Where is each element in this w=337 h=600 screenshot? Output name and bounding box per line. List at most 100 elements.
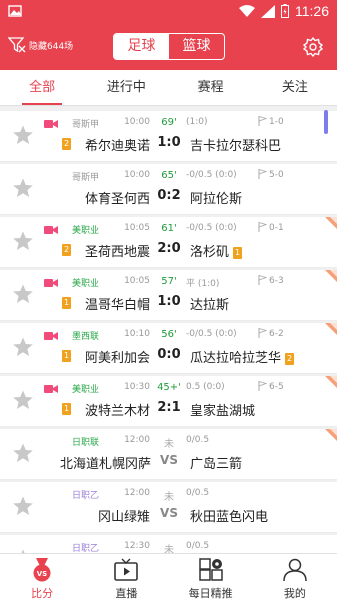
promo-corner-ribbon-icon (325, 217, 337, 229)
match-minute: 未 (164, 492, 174, 503)
hide-filter-label: 隐藏644场 (29, 41, 74, 52)
star-icon[interactable] (12, 336, 34, 358)
tab-schedule[interactable]: 赛程 (169, 70, 253, 105)
away-team: 瓜达拉哈拉芝华 2 (190, 347, 295, 366)
match-row[interactable]: 日职联 12:00 未 0/0.5 北海道札幌冈萨 VS 广岛三箭 (0, 429, 337, 480)
tab-in-progress[interactable]: 进行中 (84, 70, 168, 105)
league-name: 日职联 (72, 438, 100, 448)
nav-profile[interactable]: 我的 (253, 554, 337, 600)
nav-daily-picks[interactable]: 每日精推 (169, 554, 253, 600)
handicap-odds: (1:0) (186, 117, 208, 127)
svg-text:VS: VS (37, 570, 47, 578)
match-score: VS (160, 453, 178, 467)
away-team: 洛杉矶 1 (190, 241, 243, 260)
corner-flag-icon (258, 381, 267, 391)
league-name: 美职业 (72, 226, 100, 236)
scrollbar[interactable] (324, 110, 328, 134)
star-icon[interactable] (12, 389, 34, 411)
video-camera-icon[interactable] (44, 331, 58, 341)
match-time: 12:00 (124, 488, 150, 498)
match-score: 2:1 (157, 400, 181, 415)
video-camera-icon[interactable] (44, 225, 58, 235)
promo-corner-ribbon-icon (325, 429, 337, 441)
match-minute: 56' (161, 329, 177, 340)
wifi-icon (239, 4, 255, 17)
away-team-name: 皇家盐湖城 (190, 404, 256, 419)
nav-score[interactable]: VS 比分 (0, 554, 84, 600)
star-icon[interactable] (12, 283, 34, 305)
match-time: 10:00 (124, 170, 150, 180)
home-team: 温哥华白帽 (84, 298, 150, 313)
tab-followed[interactable]: 关注 (253, 70, 337, 105)
match-row[interactable]: 日职乙 12:30 未 0/0.5 (0, 535, 337, 553)
battery-icon (281, 4, 289, 18)
league-name: 日职乙 (72, 544, 100, 553)
corner-flag-icon (258, 222, 267, 232)
corner-flag-icon (258, 116, 267, 126)
match-minute: 未 (164, 439, 174, 450)
handicap-odds: -0/0.5 (0:0) (186, 223, 237, 233)
away-team-name: 广岛三箭 (190, 457, 243, 472)
match-row[interactable]: 美职业 10:30 45+' 0.5 (0:0) 6-5 1 波特兰木材 2:1 皇家盐湖城 (0, 376, 337, 427)
home-team: 北海道札幌冈萨 (60, 457, 152, 472)
match-time: 10:00 (124, 117, 150, 127)
nav-live[interactable]: 直播 (84, 554, 168, 600)
match-score: 0:0 (157, 347, 181, 362)
tab-all[interactable]: 全部 (0, 70, 84, 105)
away-team: 广岛三箭 (190, 453, 242, 472)
hide-matches-filter[interactable]: 隐藏644场 (8, 37, 73, 53)
nav-live-label: 直播 (115, 587, 138, 600)
score-medal-icon: VS (33, 558, 51, 582)
match-minute: 69' (161, 117, 177, 128)
home-team: 圣荷西地震 (84, 245, 150, 260)
match-row[interactable]: 哥斯甲 10:00 69' (1:0) 1-0 2 希尔迪奥诺 1:0 吉卡拉尔瑟科巴 (0, 111, 337, 162)
corner-flag-icon (258, 169, 267, 179)
video-camera-icon[interactable] (44, 384, 58, 394)
star-icon[interactable] (12, 230, 34, 252)
filter-icon (8, 37, 26, 53)
away-team-name: 洛杉矶 (190, 245, 230, 260)
handicap-odds: -0/0.5 (0:0) (186, 329, 237, 339)
gallery-notification-icon (8, 5, 22, 17)
handicap-odds: 0/0.5 (186, 435, 210, 445)
nav-profile-label: 我的 (283, 587, 306, 600)
match-time: 12:30 (124, 541, 150, 551)
tv-icon (114, 558, 139, 581)
away-team-name: 秋田蓝色闪电 (190, 510, 269, 525)
match-score: 2:0 (157, 241, 181, 256)
match-minute: 61' (161, 223, 177, 234)
home-team: 阿美利加会 (84, 351, 150, 366)
segment-football[interactable]: 足球 (114, 34, 169, 59)
user-icon (283, 558, 307, 582)
segment-basketball[interactable]: 篮球 (169, 34, 224, 59)
away-team-name: 达拉斯 (190, 298, 230, 313)
corner-flag-icon (258, 328, 267, 338)
signal-icon (261, 4, 275, 18)
bottom-navigation: VS 比分 直播 每日精推 我的 (0, 553, 337, 600)
away-team: 皇家盐湖城 (190, 400, 255, 419)
away-yellow-card-badge: 2 (285, 353, 295, 365)
star-icon[interactable] (12, 442, 34, 464)
match-row[interactable]: 哥斯甲 10:00 65' -0/0.5 (0:0) 5-0 体育圣何西 0:2 阿拉伦斯 (0, 164, 337, 215)
home-team: 波特兰木材 (84, 404, 150, 419)
match-time: 10:05 (124, 276, 150, 286)
top-bar: 隐藏644场 足球 篮球 (0, 24, 337, 70)
match-row[interactable]: 日职乙 12:00 未 0/0.5 冈山绿雉 VS 秋田蓝色闪电 (0, 482, 337, 533)
star-icon[interactable] (12, 177, 34, 199)
video-camera-icon[interactable] (44, 278, 58, 288)
match-row[interactable]: 美职业 10:05 57' 平 (1:0) 6-3 1 温哥华白帽 1:0 达拉斯 (0, 270, 337, 321)
league-name: 美职业 (72, 279, 100, 289)
sport-segmented-control: 足球 篮球 (113, 33, 225, 60)
match-time: 10:10 (124, 329, 150, 339)
gear-icon[interactable] (303, 37, 323, 57)
home-team: 体育圣何西 (84, 192, 150, 207)
corner-count: 0-1 (269, 223, 284, 233)
away-team-name: 阿拉伦斯 (190, 192, 243, 207)
star-icon[interactable] (12, 495, 34, 517)
star-icon[interactable] (12, 124, 34, 146)
video-camera-icon[interactable] (44, 119, 58, 129)
match-row[interactable]: 墨西联 10:10 56' -0/0.5 (0:0) 6-2 1 阿美利加会 0:0 瓜达拉哈拉… (0, 323, 337, 374)
match-list[interactable]: 哥斯甲 10:00 69' (1:0) 1-0 2 希尔迪奥诺 1:0 吉卡拉尔瑟科巴 哥斯甲 10… (0, 107, 337, 553)
match-time: 10:30 (124, 382, 150, 392)
match-row[interactable]: 美职业 10:05 61' -0/0.5 (0:0) 0-1 2 圣荷西地震 2:0 洛杉矶 1 (0, 217, 337, 268)
